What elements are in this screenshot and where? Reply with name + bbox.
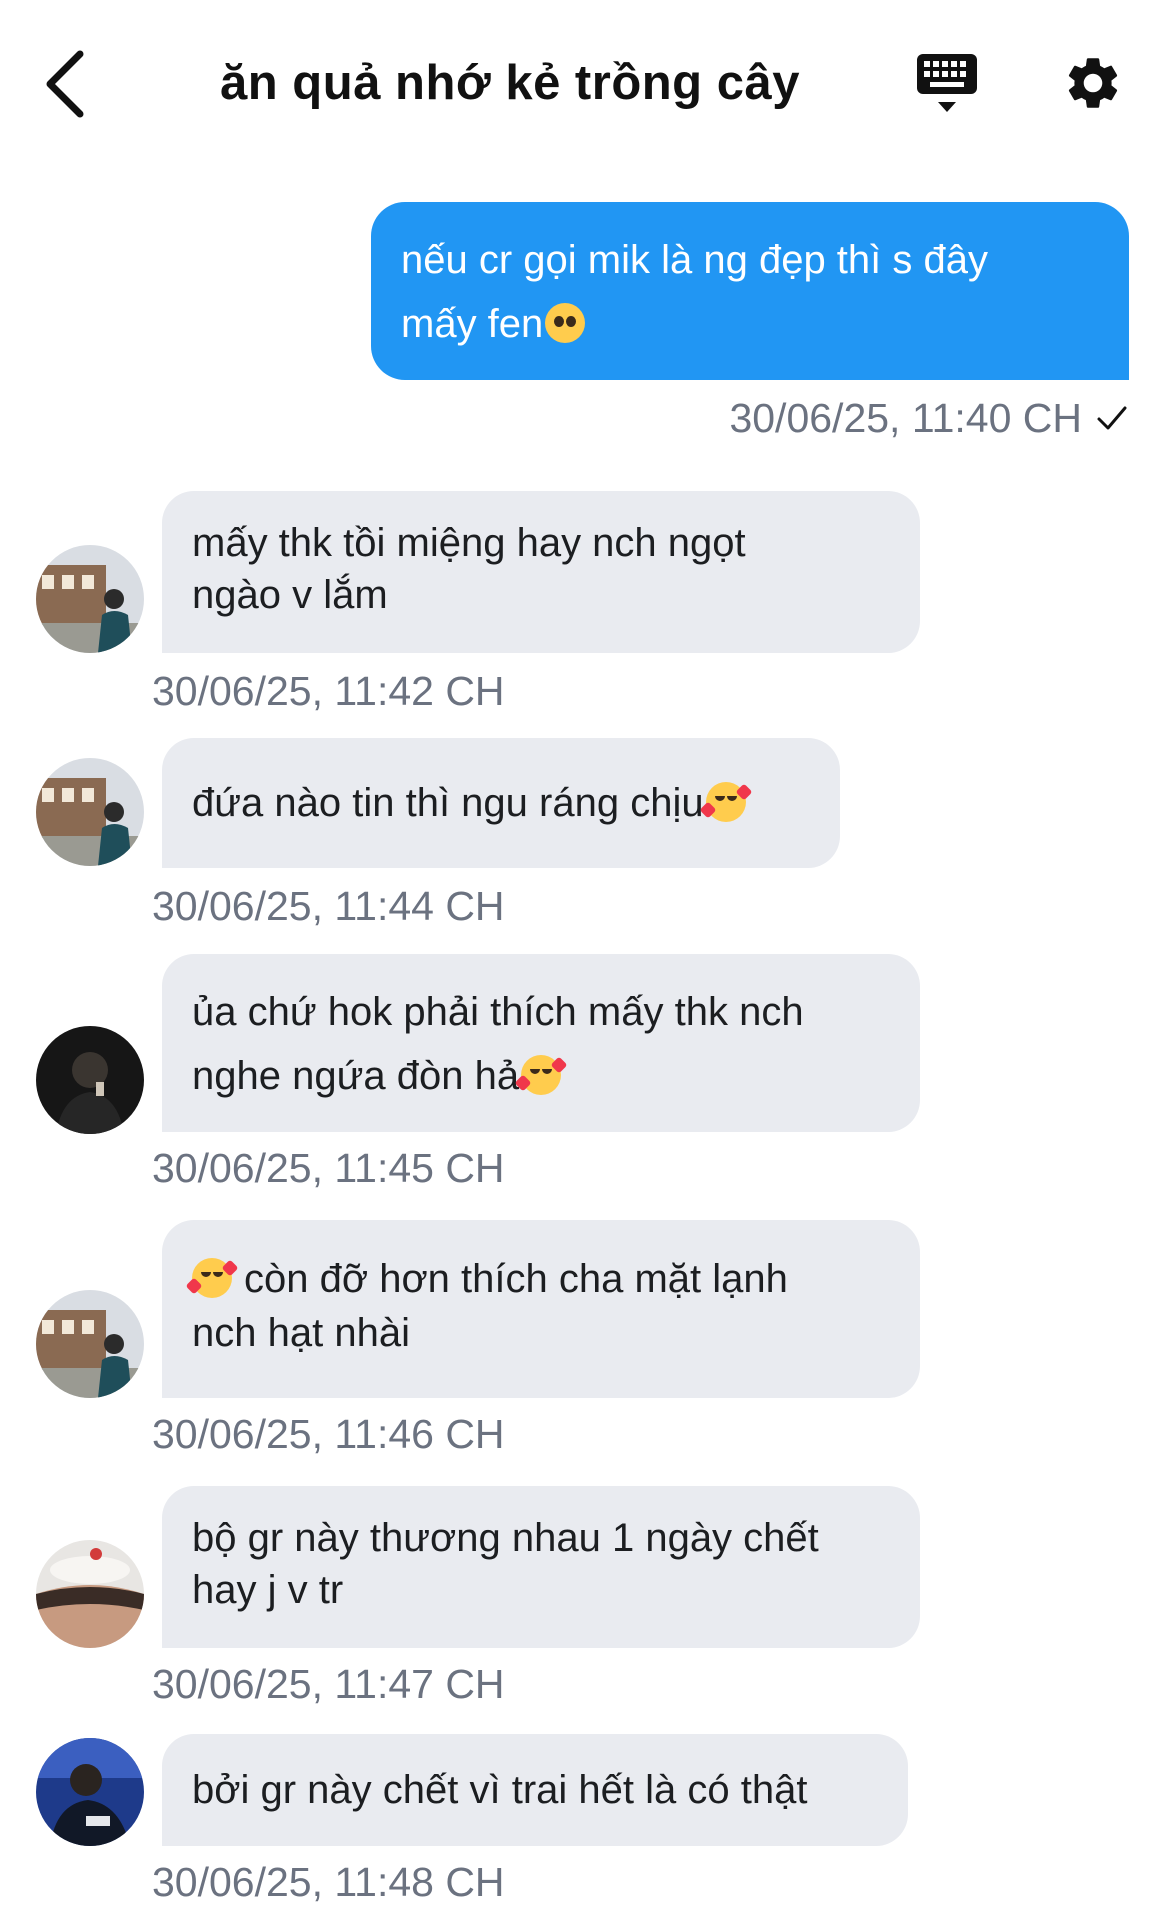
- gear-icon: [1068, 58, 1118, 108]
- back-button[interactable]: [40, 48, 90, 120]
- avatar[interactable]: [36, 1290, 144, 1398]
- message-text-line: còn đỡ hơn thích cha mặt lạnh: [185, 1252, 890, 1306]
- message-timestamp: 30/06/25, 11:42 CH: [152, 668, 505, 714]
- smiling-face-with-hearts-emoji-icon: [699, 782, 753, 822]
- message-timestamp: 30/06/25, 11:40 CH: [729, 392, 1128, 444]
- message-text-line: mấy thk tồi miệng hay nch ngọt: [192, 521, 746, 565]
- incoming-message-bubble[interactable]: bởi gr này chết vì trai hết là có thật: [162, 1734, 908, 1846]
- message-timestamp: 30/06/25, 11:45 CH: [152, 1145, 505, 1191]
- incoming-message-bubble[interactable]: còn đỡ hơn thích cha mặt lạnh nch hạt nh…: [162, 1220, 920, 1398]
- message-timestamp: 30/06/25, 11:48 CH: [152, 1859, 505, 1905]
- avatar-dark-icon: [36, 1026, 144, 1134]
- avatar-building-icon: [36, 1290, 144, 1398]
- message-text-line: mấy fen: [401, 292, 1099, 356]
- keyboard-icon: [917, 54, 977, 112]
- smiling-face-with-hearts-emoji-icon: [514, 1055, 568, 1095]
- avatar-girl-icon: [36, 1540, 144, 1648]
- message-text-line: ủa chứ hok phải thích mấy thk nch: [192, 990, 804, 1034]
- avatar[interactable]: [36, 758, 144, 866]
- avatar[interactable]: [36, 1738, 144, 1846]
- message-timestamp: 30/06/25, 11:44 CH: [152, 883, 505, 929]
- incoming-message-bubble[interactable]: đứa nào tin thì ngu ráng chịu: [162, 738, 840, 868]
- message-text-line: nch hạt nhài: [192, 1311, 410, 1355]
- incoming-message-bubble[interactable]: ủa chứ hok phải thích mấy thk nch nghe n…: [162, 954, 920, 1132]
- message-timestamp: 30/06/25, 11:46 CH: [152, 1411, 505, 1457]
- avatar[interactable]: [36, 1026, 144, 1134]
- message-text-line: nếu cr gọi mik là ng đẹp thì s đây: [401, 238, 988, 282]
- avatar-building-icon: [36, 545, 144, 653]
- avatar-player-icon: [36, 1738, 144, 1846]
- sent-check-icon: [1097, 406, 1127, 430]
- avatar[interactable]: [36, 545, 144, 653]
- outgoing-message-bubble[interactable]: nếu cr gọi mik là ng đẹp thì s đây mấy f…: [371, 202, 1129, 380]
- message-text-line: hay j v tr: [192, 1568, 344, 1612]
- chat-header: ăn quả nhớ kẻ trồng cây: [0, 0, 1162, 170]
- avatar[interactable]: [36, 1540, 144, 1648]
- message-timestamp: 30/06/25, 11:47 CH: [152, 1661, 505, 1707]
- smiling-face-with-hearts-emoji-icon: [185, 1258, 239, 1298]
- incoming-message-bubble[interactable]: bộ gr này thương nhau 1 ngày chết hay j …: [162, 1486, 920, 1648]
- pleading-face-emoji-icon: [545, 303, 586, 343]
- settings-button[interactable]: [1062, 52, 1124, 114]
- chevron-left-icon: [46, 50, 84, 118]
- message-text-line: bộ gr này thương nhau 1 ngày chết: [192, 1516, 819, 1560]
- chat-title: ăn quả nhớ kẻ trồng cây: [219, 56, 800, 110]
- keyboard-button[interactable]: [916, 52, 978, 118]
- message-text-line: ngào v lắm: [192, 573, 388, 617]
- message-text-line: bởi gr này chết vì trai hết là có thật: [192, 1768, 808, 1812]
- incoming-message-bubble[interactable]: mấy thk tồi miệng hay nch ngọt ngào v lắ…: [162, 491, 920, 653]
- message-text-line: đứa nào tin thì ngu ráng chịu: [192, 764, 810, 842]
- avatar-building-icon: [36, 758, 144, 866]
- message-text-line: nghe ngứa đòn hả: [192, 1044, 890, 1108]
